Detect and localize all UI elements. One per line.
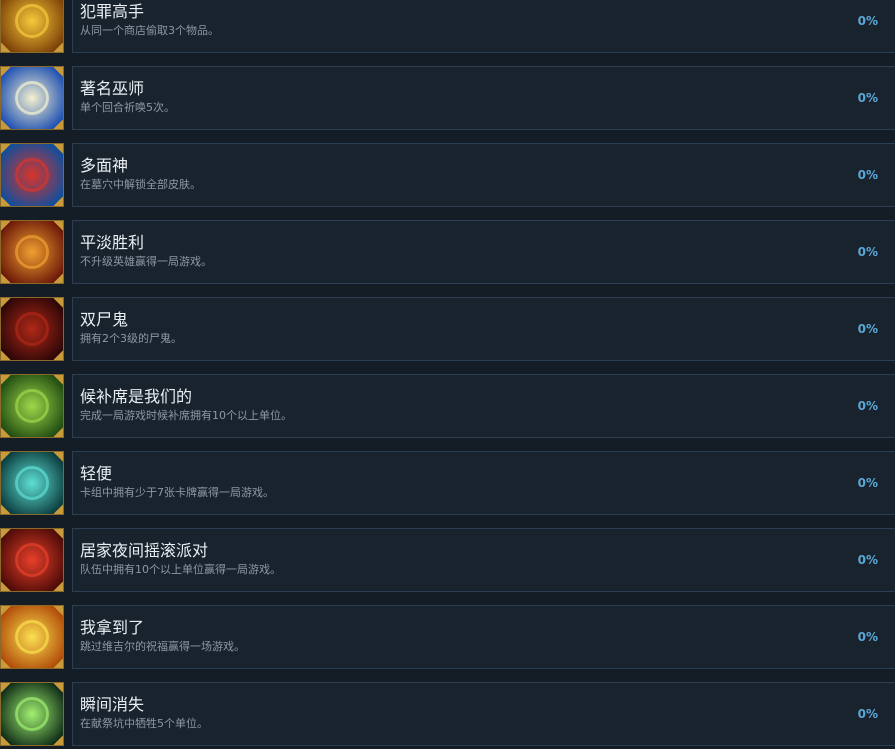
achievement-title: 犯罪高手 (80, 2, 145, 21)
unlock-percentage: 0% (857, 91, 878, 105)
achievement-card: 轻便卡组中拥有少于7张卡牌赢得一局游戏。 0% (72, 451, 895, 515)
achievement-row[interactable]: 著名巫师单个回合祈唤5次。 0% (0, 66, 895, 132)
achievement-card: 居家夜间摇滚派对队伍中拥有10个以上单位赢得一局游戏。 0% (72, 528, 895, 592)
achievement-title: 候补席是我们的 (80, 387, 193, 406)
achievement-title: 瞬间消失 (80, 695, 145, 714)
achievement-card: 我拿到了跳过维吉尔的祝福赢得一场游戏。 0% (72, 605, 895, 669)
golden-swirl-icon (0, 0, 64, 53)
achievement-row[interactable]: 我拿到了跳过维吉尔的祝福赢得一场游戏。 0% (0, 605, 895, 671)
achievement-title: 我拿到了 (80, 618, 145, 637)
achievement-row[interactable]: 居家夜间摇滚派对队伍中拥有10个以上单位赢得一局游戏。 0% (0, 528, 895, 594)
achievement-description: 完成一局游戏时候补席拥有10个以上单位。 (80, 409, 292, 422)
unlock-percentage: 0% (857, 399, 878, 413)
unlock-percentage: 0% (857, 630, 878, 644)
unlock-percentage: 0% (857, 707, 878, 721)
ghoul-face-icon (0, 297, 64, 361)
achievement-title: 居家夜间摇滚派对 (80, 541, 209, 560)
achievement-description: 从同一个商店偷取3个物品。 (80, 24, 219, 37)
achievement-card: 瞬间消失在献祭坑中牺牲5个单位。 0% (72, 682, 895, 746)
unlock-percentage: 0% (857, 322, 878, 336)
achievement-title: 著名巫师 (80, 79, 145, 98)
unlock-percentage: 0% (857, 553, 878, 567)
achievement-description: 不升级英雄赢得一局游戏。 (80, 255, 212, 268)
achievement-description: 在墓穴中解锁全部皮肤。 (80, 178, 201, 191)
unlock-percentage: 0% (857, 245, 878, 259)
unlock-percentage: 0% (857, 476, 878, 490)
achievement-description: 跳过维吉尔的祝福赢得一场游戏。 (80, 640, 245, 653)
unlock-percentage: 0% (857, 168, 878, 182)
achievement-card: 犯罪高手从同一个商店偷取3个物品。 0% (72, 0, 895, 53)
green-portal-icon (0, 682, 64, 746)
achievement-card: 多面神在墓穴中解锁全部皮肤。 0% (72, 143, 895, 207)
green-hands-icon (0, 374, 64, 438)
achievement-row[interactable]: 双尸鬼拥有2个3级的尸鬼。 0% (0, 297, 895, 363)
golden-sun-icon (0, 605, 64, 669)
elemental-orbs-icon (0, 66, 64, 130)
unlock-percentage: 0% (857, 14, 878, 28)
achievement-title: 双尸鬼 (80, 310, 129, 329)
achievement-row[interactable]: 候补席是我们的完成一局游戏时候补席拥有10个以上单位。 0% (0, 374, 895, 440)
achievement-title: 轻便 (80, 464, 113, 483)
red-crystal-icon (0, 143, 64, 207)
achievement-description: 卡组中拥有少于7张卡牌赢得一局游戏。 (80, 486, 274, 499)
achievement-list: 犯罪高手 从同一个商店偷取3个物品。 0% 著名巫师 单个回合祈唤5次。 0% 多面神 在墓穴… (0, 0, 895, 749)
achievement-description: 单个回合祈唤5次。 (80, 101, 175, 114)
achievement-row[interactable]: 轻便卡组中拥有少于7张卡牌赢得一局游戏。 0% (0, 451, 895, 517)
rune-cards-icon (0, 451, 64, 515)
achievement-card: 候补席是我们的完成一局游戏时候补席拥有10个以上单位。 0% (72, 374, 895, 438)
achievement-description: 队伍中拥有10个以上单位赢得一局游戏。 (80, 563, 281, 576)
achievement-row[interactable]: 犯罪高手从同一个商店偷取3个物品。 0% (0, 0, 895, 55)
achievement-card: 双尸鬼拥有2个3级的尸鬼。 0% (72, 297, 895, 361)
achievement-row[interactable]: 多面神在墓穴中解锁全部皮肤。 0% (0, 143, 895, 209)
achievement-description: 拥有2个3级的尸鬼。 (80, 332, 182, 345)
anvil-icon (0, 220, 64, 284)
achievement-title: 多面神 (80, 156, 129, 175)
red-claw-icon (0, 528, 64, 592)
achievement-row[interactable]: 瞬间消失在献祭坑中牺牲5个单位。 0% (0, 682, 895, 748)
achievement-description: 在献祭坑中牺牲5个单位。 (80, 717, 208, 730)
achievement-row[interactable]: 平淡胜利不升级英雄赢得一局游戏。 0% (0, 220, 895, 286)
achievement-card: 著名巫师单个回合祈唤5次。 0% (72, 66, 895, 130)
achievement-title: 平淡胜利 (80, 233, 145, 252)
achievement-card: 平淡胜利不升级英雄赢得一局游戏。 0% (72, 220, 895, 284)
